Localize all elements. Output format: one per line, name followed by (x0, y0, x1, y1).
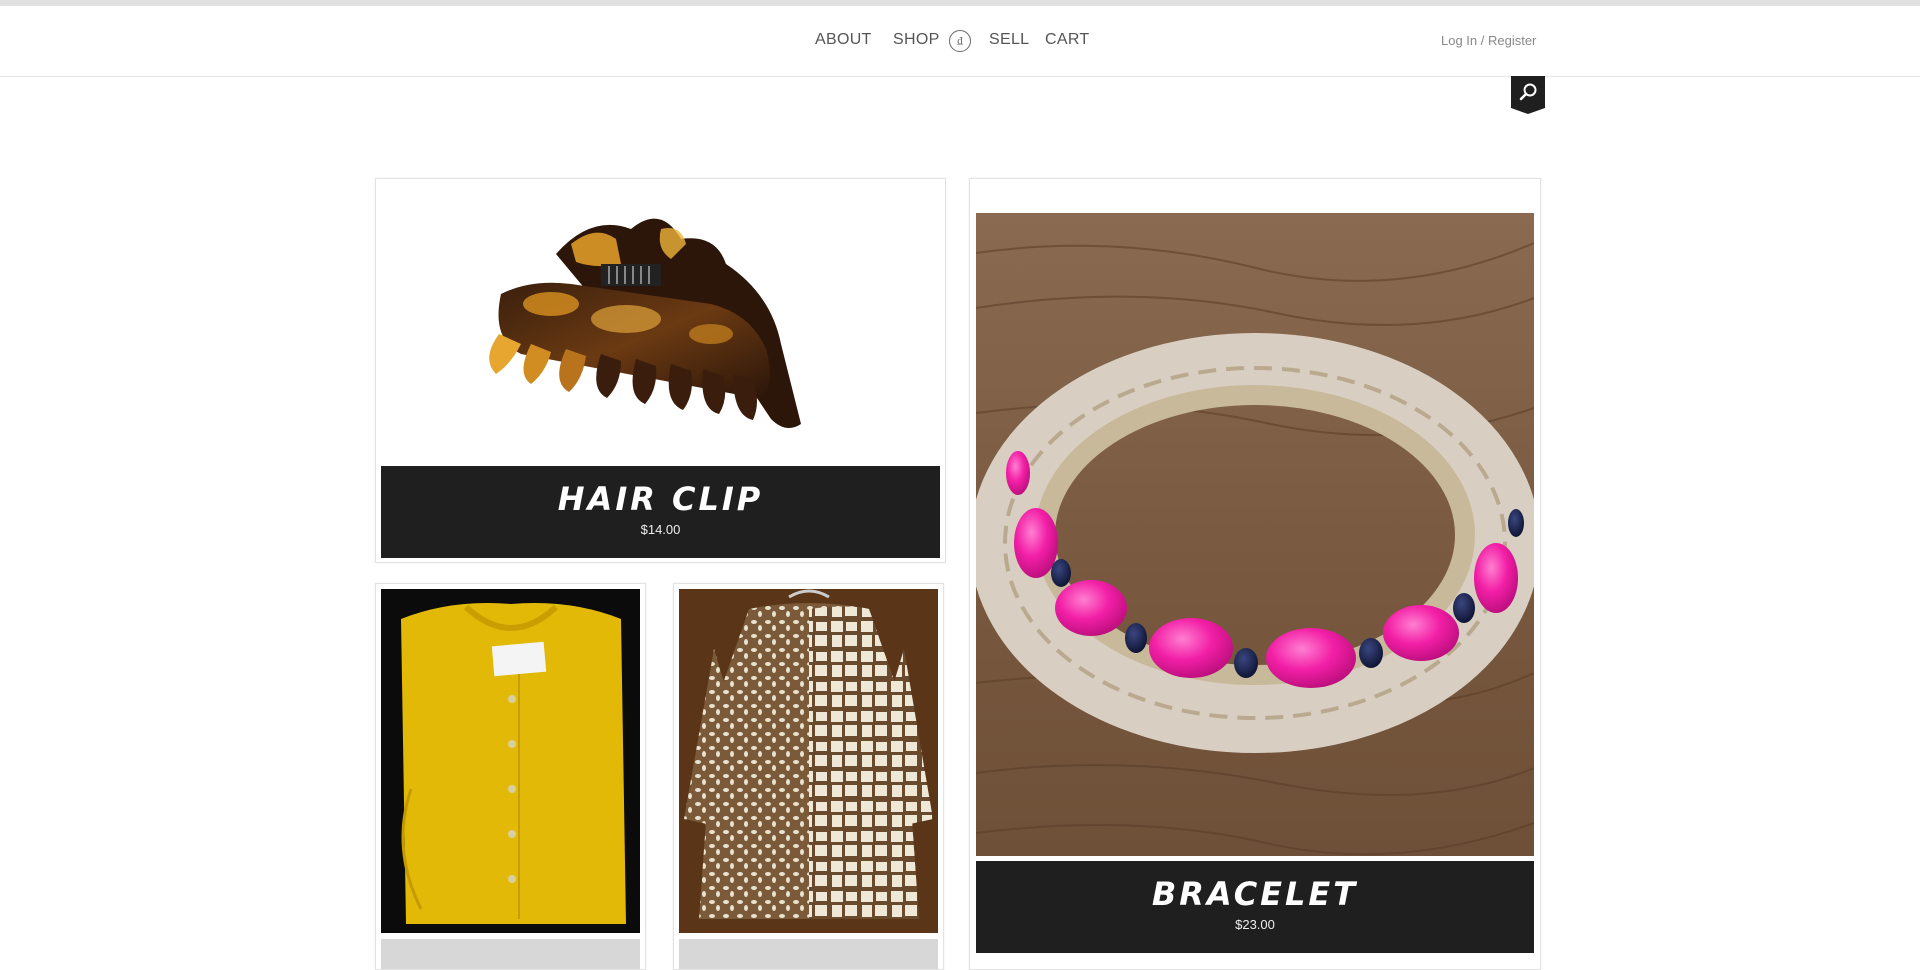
nav-sell[interactable]: SELL (989, 31, 1029, 49)
product-price: $23.00 (1235, 917, 1275, 932)
dress-label[interactable] (679, 939, 938, 969)
sweater-label[interactable] (381, 939, 640, 969)
brand-logo-icon[interactable]: ₫ (949, 30, 971, 52)
nav-shop[interactable]: SHOP (893, 31, 940, 49)
dress-illustration (679, 589, 938, 933)
dress-image[interactable] (679, 589, 938, 933)
sweater-image[interactable] (381, 589, 640, 933)
product-price: $14.00 (640, 522, 681, 537)
site-header: ABOUT SHOP ₫ SELL CART Log In / Register (0, 6, 1920, 77)
product-title: BRACELET (1151, 875, 1359, 913)
product-card-sweater[interactable] (375, 583, 646, 970)
main-nav: ABOUT SHOP ₫ SELL CART (0, 6, 1920, 76)
product-card-hair-clip[interactable]: HAIR CLIP $14.00 (375, 178, 946, 563)
product-title: HAIR CLIP (557, 480, 764, 518)
login-register-link[interactable]: Log In / Register (1441, 33, 1536, 48)
nav-cart[interactable]: CART (1045, 31, 1089, 49)
nav-about[interactable]: ABOUT (815, 31, 872, 49)
hair-clip-label[interactable]: HAIR CLIP $14.00 (381, 466, 940, 558)
search-button[interactable] (1511, 76, 1545, 114)
hair-clip-illustration (489, 218, 801, 428)
bracelet-image[interactable] (976, 213, 1534, 856)
product-card-dress[interactable] (673, 583, 944, 970)
product-card-bracelet[interactable]: BRACELET $23.00 (969, 178, 1541, 970)
search-icon (1511, 76, 1545, 114)
bracelet-illustration (976, 213, 1534, 856)
sweater-illustration (401, 603, 626, 924)
bracelet-label[interactable]: BRACELET $23.00 (976, 861, 1534, 953)
hair-clip-image[interactable] (381, 184, 940, 467)
